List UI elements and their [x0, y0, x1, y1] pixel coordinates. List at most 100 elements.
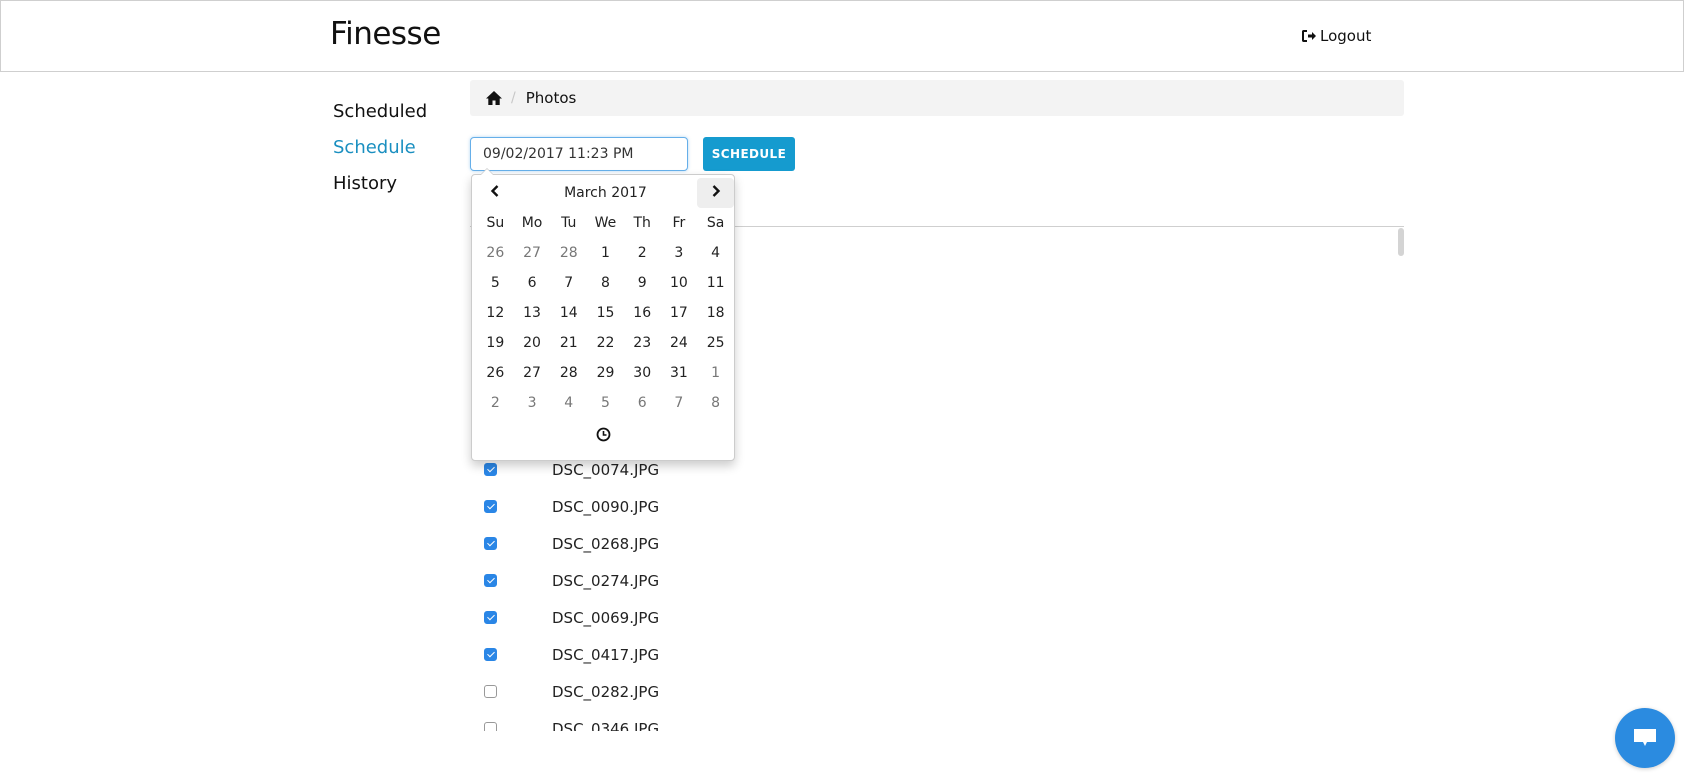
calendar-day[interactable]: 9 — [624, 268, 661, 298]
sidebar-item-scheduled[interactable]: Scheduled — [333, 98, 427, 134]
calendar-day[interactable]: 19 — [477, 328, 514, 358]
weekday-header: Tu — [561, 215, 577, 231]
home-icon[interactable] — [485, 90, 503, 106]
calendar-day[interactable]: 15 — [587, 298, 624, 328]
calendar-day[interactable]: 6 — [514, 268, 551, 298]
file-name: DSC_0074.JPG — [552, 460, 660, 479]
calendar-week: 26 27 28 1 2 3 4 — [477, 238, 734, 268]
schedule-button[interactable]: SCHEDULE — [703, 137, 795, 171]
file-checkbox[interactable] — [484, 463, 497, 476]
photo-list-scrollbar[interactable] — [1398, 228, 1404, 256]
file-checkbox[interactable] — [484, 648, 497, 661]
sign-out-icon — [1302, 30, 1316, 42]
logout-label: Logout — [1320, 27, 1372, 45]
weekday-header: Su — [486, 215, 505, 231]
calendar-day[interactable]: 28 — [550, 358, 587, 388]
file-row: DSC_0090.JPG — [484, 488, 659, 525]
file-name: DSC_0090.JPG — [552, 497, 660, 516]
file-row: DSC_0069.JPG — [484, 599, 659, 636]
schedule-datetime-input[interactable] — [470, 137, 688, 171]
calendar-day[interactable]: 5 — [477, 268, 514, 298]
time-toggle-button[interactable] — [472, 427, 734, 447]
calendar-week: 19 20 21 22 23 24 25 — [477, 328, 734, 358]
calendar-day[interactable]: 27 — [514, 358, 551, 388]
calendar-day[interactable]: 14 — [550, 298, 587, 328]
file-name: DSC_0268.JPG — [552, 534, 660, 553]
calendar-day[interactable]: 30 — [624, 358, 661, 388]
calendar-week: 2345678 — [477, 388, 734, 418]
breadcrumb-separator: / — [511, 90, 516, 106]
calendar-day[interactable]: 26 — [477, 358, 514, 388]
calendar-day[interactable]: 12 — [477, 298, 514, 328]
datetime-picker-popup: March 2017 Su Mo Tu We Th Fr Sa 26 27 28 1 2 3 4 5 6 7 8… — [471, 168, 735, 461]
calendar-day[interactable]: 31 — [661, 358, 698, 388]
calendar-day[interactable]: 1 — [697, 358, 734, 388]
calendar-day[interactable]: 29 — [587, 358, 624, 388]
calendar-day[interactable]: 26 — [477, 238, 514, 268]
calendar-day[interactable]: 17 — [661, 298, 698, 328]
calendar-day[interactable]: 4 — [697, 238, 734, 268]
month-title[interactable]: March 2017 — [514, 178, 698, 208]
calendar-day[interactable]: 25 — [697, 328, 734, 358]
file-row: DSC_0282.JPG — [484, 673, 659, 710]
calendar-day[interactable]: 16 — [624, 298, 661, 328]
file-row: DSC_0417.JPG — [484, 636, 659, 673]
file-checkbox[interactable] — [484, 685, 497, 698]
logout-link[interactable]: Logout — [1301, 27, 1371, 45]
calendar-day[interactable]: 27 — [514, 238, 551, 268]
calendar-day[interactable]: 3 — [514, 388, 551, 418]
weekday-header: Mo — [521, 215, 543, 231]
calendar-day[interactable]: 28 — [550, 238, 587, 268]
next-month-button[interactable] — [697, 178, 734, 208]
calendar-day[interactable]: 20 — [514, 328, 551, 358]
file-checkbox[interactable] — [484, 574, 497, 587]
weekday-header: Th — [633, 215, 651, 231]
file-row: DSC_0346.JPG — [484, 710, 659, 731]
file-name: DSC_0274.JPG — [552, 571, 660, 590]
prev-month-button[interactable] — [477, 178, 514, 208]
file-checkbox[interactable] — [484, 722, 497, 731]
calendar-week: 26 27 28 29 30 31 1 — [477, 358, 734, 388]
calendar-day[interactable]: 1 — [587, 238, 624, 268]
weekday-header: Fr — [672, 215, 686, 231]
file-row: DSC_0268.JPG — [484, 525, 659, 562]
calendar-day[interactable]: 10 — [661, 268, 698, 298]
calendar-day[interactable]: 18 — [697, 298, 734, 328]
app-logo[interactable]: Finesse — [330, 16, 441, 52]
sidebar-item-schedule[interactable]: Schedule — [333, 134, 427, 170]
calendar-day[interactable]: 5 — [587, 388, 624, 418]
file-name: DSC_0282.JPG — [552, 682, 660, 701]
calendar-day[interactable]: 11 — [697, 268, 734, 298]
calendar-day[interactable]: 21 — [550, 328, 587, 358]
file-row: DSC_0274.JPG — [484, 562, 659, 599]
calendar-day[interactable]: 8 — [587, 268, 624, 298]
weekday-header: Sa — [706, 215, 725, 231]
calendar-day[interactable]: 24 — [661, 328, 698, 358]
top-navbar: Finesse Logout — [0, 0, 1684, 72]
calendar-day[interactable]: 22 — [587, 328, 624, 358]
calendar-day[interactable]: 7 — [661, 388, 698, 418]
calendar-day[interactable]: 8 — [697, 388, 734, 418]
calendar-day[interactable]: 7 — [550, 268, 587, 298]
file-name: DSC_0417.JPG — [552, 645, 660, 664]
calendar-day[interactable]: 23 — [624, 328, 661, 358]
breadcrumb-item-photos: Photos — [525, 89, 577, 107]
calendar-day[interactable]: 3 — [661, 238, 698, 268]
weekday-header: We — [594, 215, 617, 231]
calendar-day[interactable]: 2 — [477, 388, 514, 418]
calendar-day[interactable]: 13 — [514, 298, 551, 328]
calendar-day[interactable]: 4 — [550, 388, 587, 418]
calendar-week: 5 6 7 8 9 10 11 — [477, 268, 734, 298]
file-checkbox[interactable] — [484, 500, 497, 513]
calendar-day[interactable]: 2 — [624, 238, 661, 268]
file-checkbox[interactable] — [484, 611, 497, 624]
calendar-day[interactable]: 6 — [624, 388, 661, 418]
chat-widget-button[interactable] — [1615, 708, 1675, 768]
calendar-table: March 2017 Su Mo Tu We Th Fr Sa 26 27 28 1 2 3 4 5 6 7 8… — [477, 178, 734, 418]
sidebar-nav: Scheduled Schedule History — [333, 98, 427, 206]
sidebar-item-history[interactable]: History — [333, 170, 427, 206]
calendar-week: 12 13 14 15 16 17 18 — [477, 298, 734, 328]
file-checkbox[interactable] — [484, 537, 497, 550]
file-name: DSC_0346.JPG — [552, 719, 660, 732]
breadcrumb: / Photos — [470, 80, 1404, 116]
